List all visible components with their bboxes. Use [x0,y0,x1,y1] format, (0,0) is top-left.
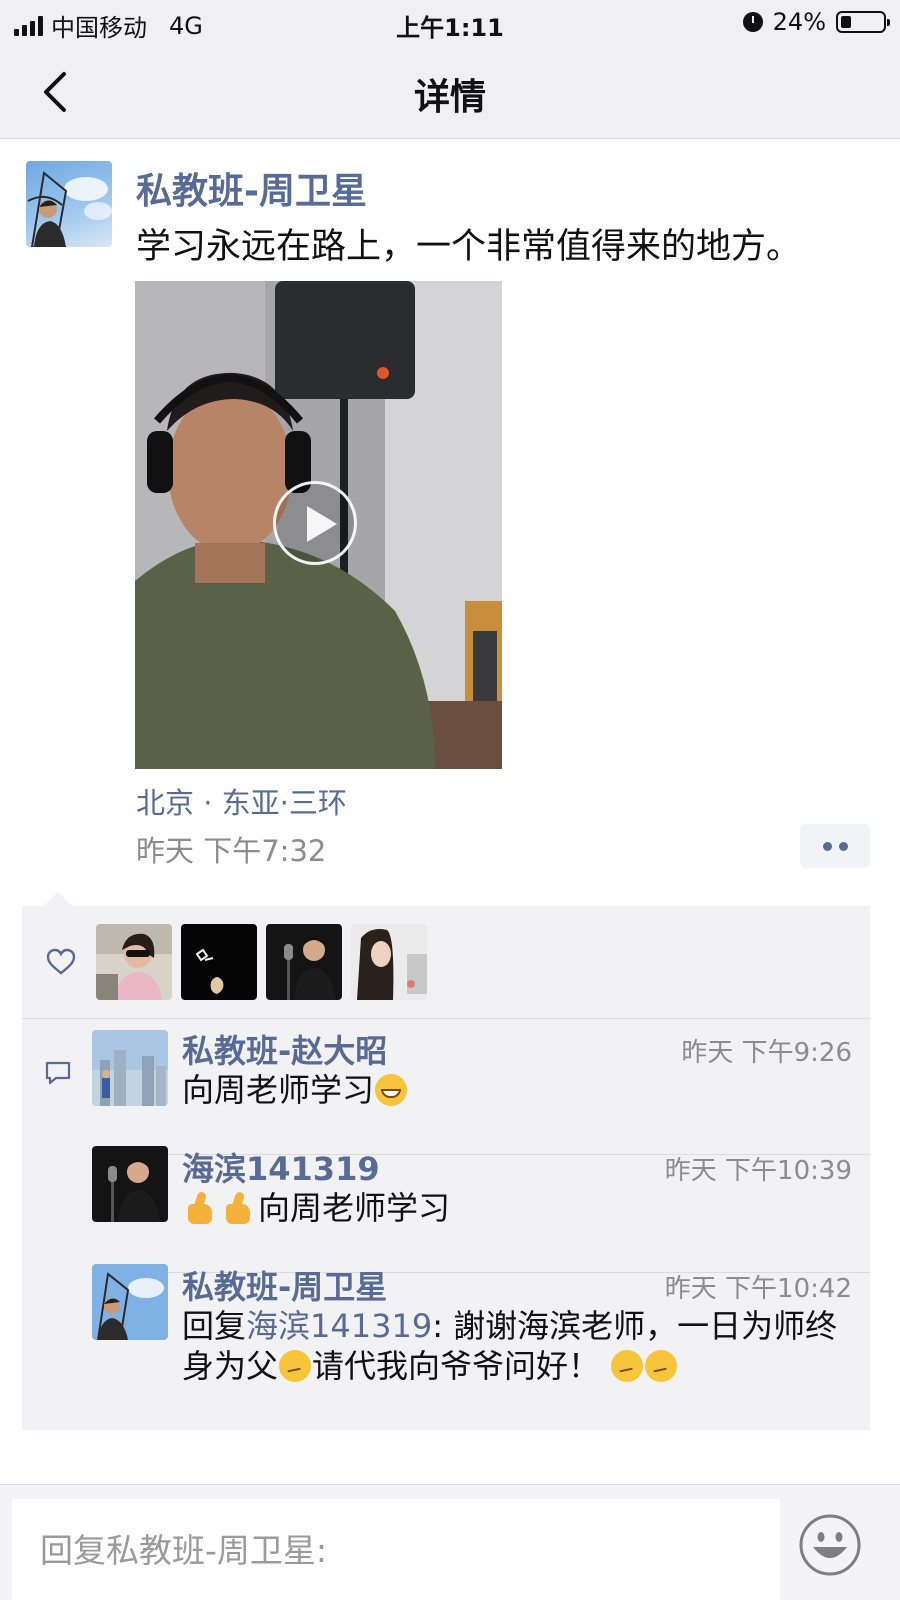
comment-body-continued: 请代我向爷爷问好！ [312,1347,601,1385]
author-avatar[interactable] [26,161,112,247]
status-bar: 中国移动 4G 上午1:11 24% [0,0,900,46]
commenter-avatar[interactable] [92,1264,168,1340]
comment-icon [45,1061,71,1085]
commenter-avatar-image [92,1146,168,1222]
smiley-icon [799,1514,861,1576]
panel-pointer [44,892,72,906]
commenter-name[interactable]: 海滨141319 [182,1144,380,1190]
comment-body: 向周老师学习 [258,1189,451,1227]
thumbs-up-emoji-icon [183,1192,219,1224]
nav-bar: 详情 [0,46,900,139]
play-icon[interactable] [273,481,357,565]
like-avatar-image [266,924,342,1000]
like-avatar-image [96,924,172,1000]
avatar-image [27,171,112,247]
thinking-emoji-icon [279,1350,312,1382]
more-button[interactable] [800,824,870,868]
post-time: 昨天 下午7:32 [136,834,327,868]
like-avatar-image [181,924,257,1000]
like-avatar[interactable] [96,924,172,1000]
comment-time: 昨天 下午9:26 [681,1038,852,1068]
reply-bar [0,1484,900,1600]
post-location[interactable]: 北京 · 东亚·三环 [136,780,347,822]
comment-item: 私教班-赵大昭 昨天 下午9:26 向周老师学习 [92,1030,852,1120]
likes-row [22,906,870,1019]
comment-time: 昨天 下午10:39 [664,1156,852,1186]
post-text: 学习永远在路上，一个非常值得来的地方。 [136,227,802,267]
comment-time: 昨天 下午10:42 [664,1274,852,1304]
like-avatar[interactable] [351,924,427,1000]
comment-body: 向周老师学习 [182,1071,375,1109]
battery-percent: 24% [772,8,826,36]
grin-emoji-icon [375,1074,408,1106]
comment-item: 私教班-周卫星 昨天 下午10:42 回复海滨141319: 謝谢海滨老师，一日… [92,1264,852,1396]
commenter-avatar[interactable] [92,1030,168,1106]
like-avatar-image [351,924,427,1000]
commenter-avatar[interactable] [92,1146,168,1222]
thinking-emoji-icon [611,1350,644,1382]
reply-prefix: 回复 [182,1307,247,1345]
battery-icon [836,11,890,33]
commenter-name[interactable]: 私教班-周卫星 [182,1262,387,1308]
post-author-name[interactable]: 私教班-周卫星 [136,162,367,214]
reply-to-name[interactable]: 海滨141319 [246,1307,432,1345]
commenter-avatar-image [92,1264,168,1340]
battery-level [841,16,851,28]
page-title: 详情 [413,77,486,118]
commenter-avatar-image [92,1030,168,1106]
commenter-name[interactable]: 私教班-赵大昭 [182,1026,387,1072]
comment-text: 向周老师学习 [182,1188,852,1228]
interaction-panel: 私教班-赵大昭 昨天 下午9:26 向周老师学习 海滨141319 昨天 下午1… [22,906,870,1430]
comment-item: 海滨141319 昨天 下午10:39 向周老师学习 [92,1146,852,1238]
like-avatar[interactable] [266,924,342,1000]
comment-text: 向周老师学习 [182,1070,852,1110]
alarm-icon [742,12,763,32]
status-right: 24% [742,8,890,36]
heart-icon [46,948,76,975]
more-dots-icon [823,842,832,851]
reply-input[interactable] [12,1499,780,1600]
moments-detail-page: 中国移动 4G 上午1:11 24% 详情 私教班-周卫星 学习永远在路上，一个… [0,0,900,1600]
emoji-button[interactable] [798,1513,862,1577]
comment-text: 回复海滨141319: 謝谢海滨老师，一日为师终身为父 请代我向爷爷问好！ [182,1306,852,1386]
post-video[interactable] [135,281,502,769]
more-dots-icon [839,842,848,851]
thinking-emoji-icon [645,1350,678,1382]
thumbs-up-emoji-icon [221,1192,257,1224]
like-avatar[interactable] [181,924,257,1000]
